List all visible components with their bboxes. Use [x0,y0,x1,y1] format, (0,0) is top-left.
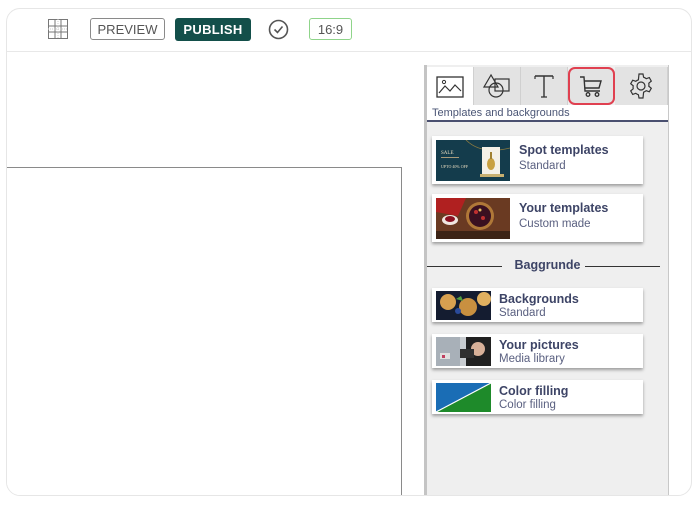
color-filling-title: Color filling [499,384,569,398]
color-filling-item[interactable]: Color filling Color filling [432,380,643,414]
editor-window: PREVIEW PUBLISH 16:9 Templates and backg… [6,8,692,496]
your-pictures-item[interactable]: Your pictures Media library [432,334,643,368]
image-icon [436,76,464,98]
shapes-icon [483,73,510,98]
your-pictures-subtitle: Media library [499,353,565,365]
color-filling-thumbnail [436,383,491,412]
your-templates-item[interactable]: Your templates Custom made [432,194,643,242]
tab-settings[interactable] [615,67,668,105]
cart-icon [580,76,602,97]
svg-text:UPTO 40% OFF: UPTO 40% OFF [441,164,469,169]
toolbar: PREVIEW PUBLISH 16:9 [7,9,691,52]
tab-cart[interactable] [568,67,615,105]
slide-canvas[interactable] [7,167,402,495]
your-pictures-title: Your pictures [499,338,579,352]
publish-button[interactable]: PUBLISH [175,18,251,41]
your-pictures-thumbnail [436,337,491,366]
spot-templates-subtitle: Standard [519,160,566,172]
tab-image[interactable] [427,67,474,107]
section-divider: Baggrunde [427,257,668,275]
text-icon [534,75,554,98]
gear-icon [629,73,653,99]
your-templates-subtitle: Custom made [519,218,591,230]
section-label: Baggrunde [514,258,581,272]
spot-templates-title: Spot templates [519,143,609,157]
panel-tabs [427,67,668,107]
backgrounds-thumbnail [436,291,491,320]
panel-title: Templates and backgrounds [427,105,668,122]
grid-icon[interactable] [48,19,68,39]
preview-button[interactable]: PREVIEW [90,18,165,40]
check-circle-icon[interactable] [268,19,289,40]
aspect-ratio-button[interactable]: 16:9 [309,18,352,40]
spot-templates-item[interactable]: SALE UPTO 40% OFF Spot templates Standar… [432,136,643,184]
svg-text:SALE: SALE [441,151,454,156]
side-panel: Templates and backgrounds SALE UPTO 40% … [424,65,669,495]
your-templates-title: Your templates [519,201,609,215]
tab-shapes[interactable] [474,67,521,105]
spot-templates-thumbnail: SALE UPTO 40% OFF [436,140,510,181]
backgrounds-subtitle: Standard [499,307,546,319]
backgrounds-title: Backgrounds [499,292,579,306]
backgrounds-item[interactable]: Backgrounds Standard [432,288,643,322]
color-filling-subtitle: Color filling [499,399,556,411]
tab-text[interactable] [521,67,568,105]
your-templates-thumbnail [436,198,510,239]
divider-line-right [585,266,660,267]
